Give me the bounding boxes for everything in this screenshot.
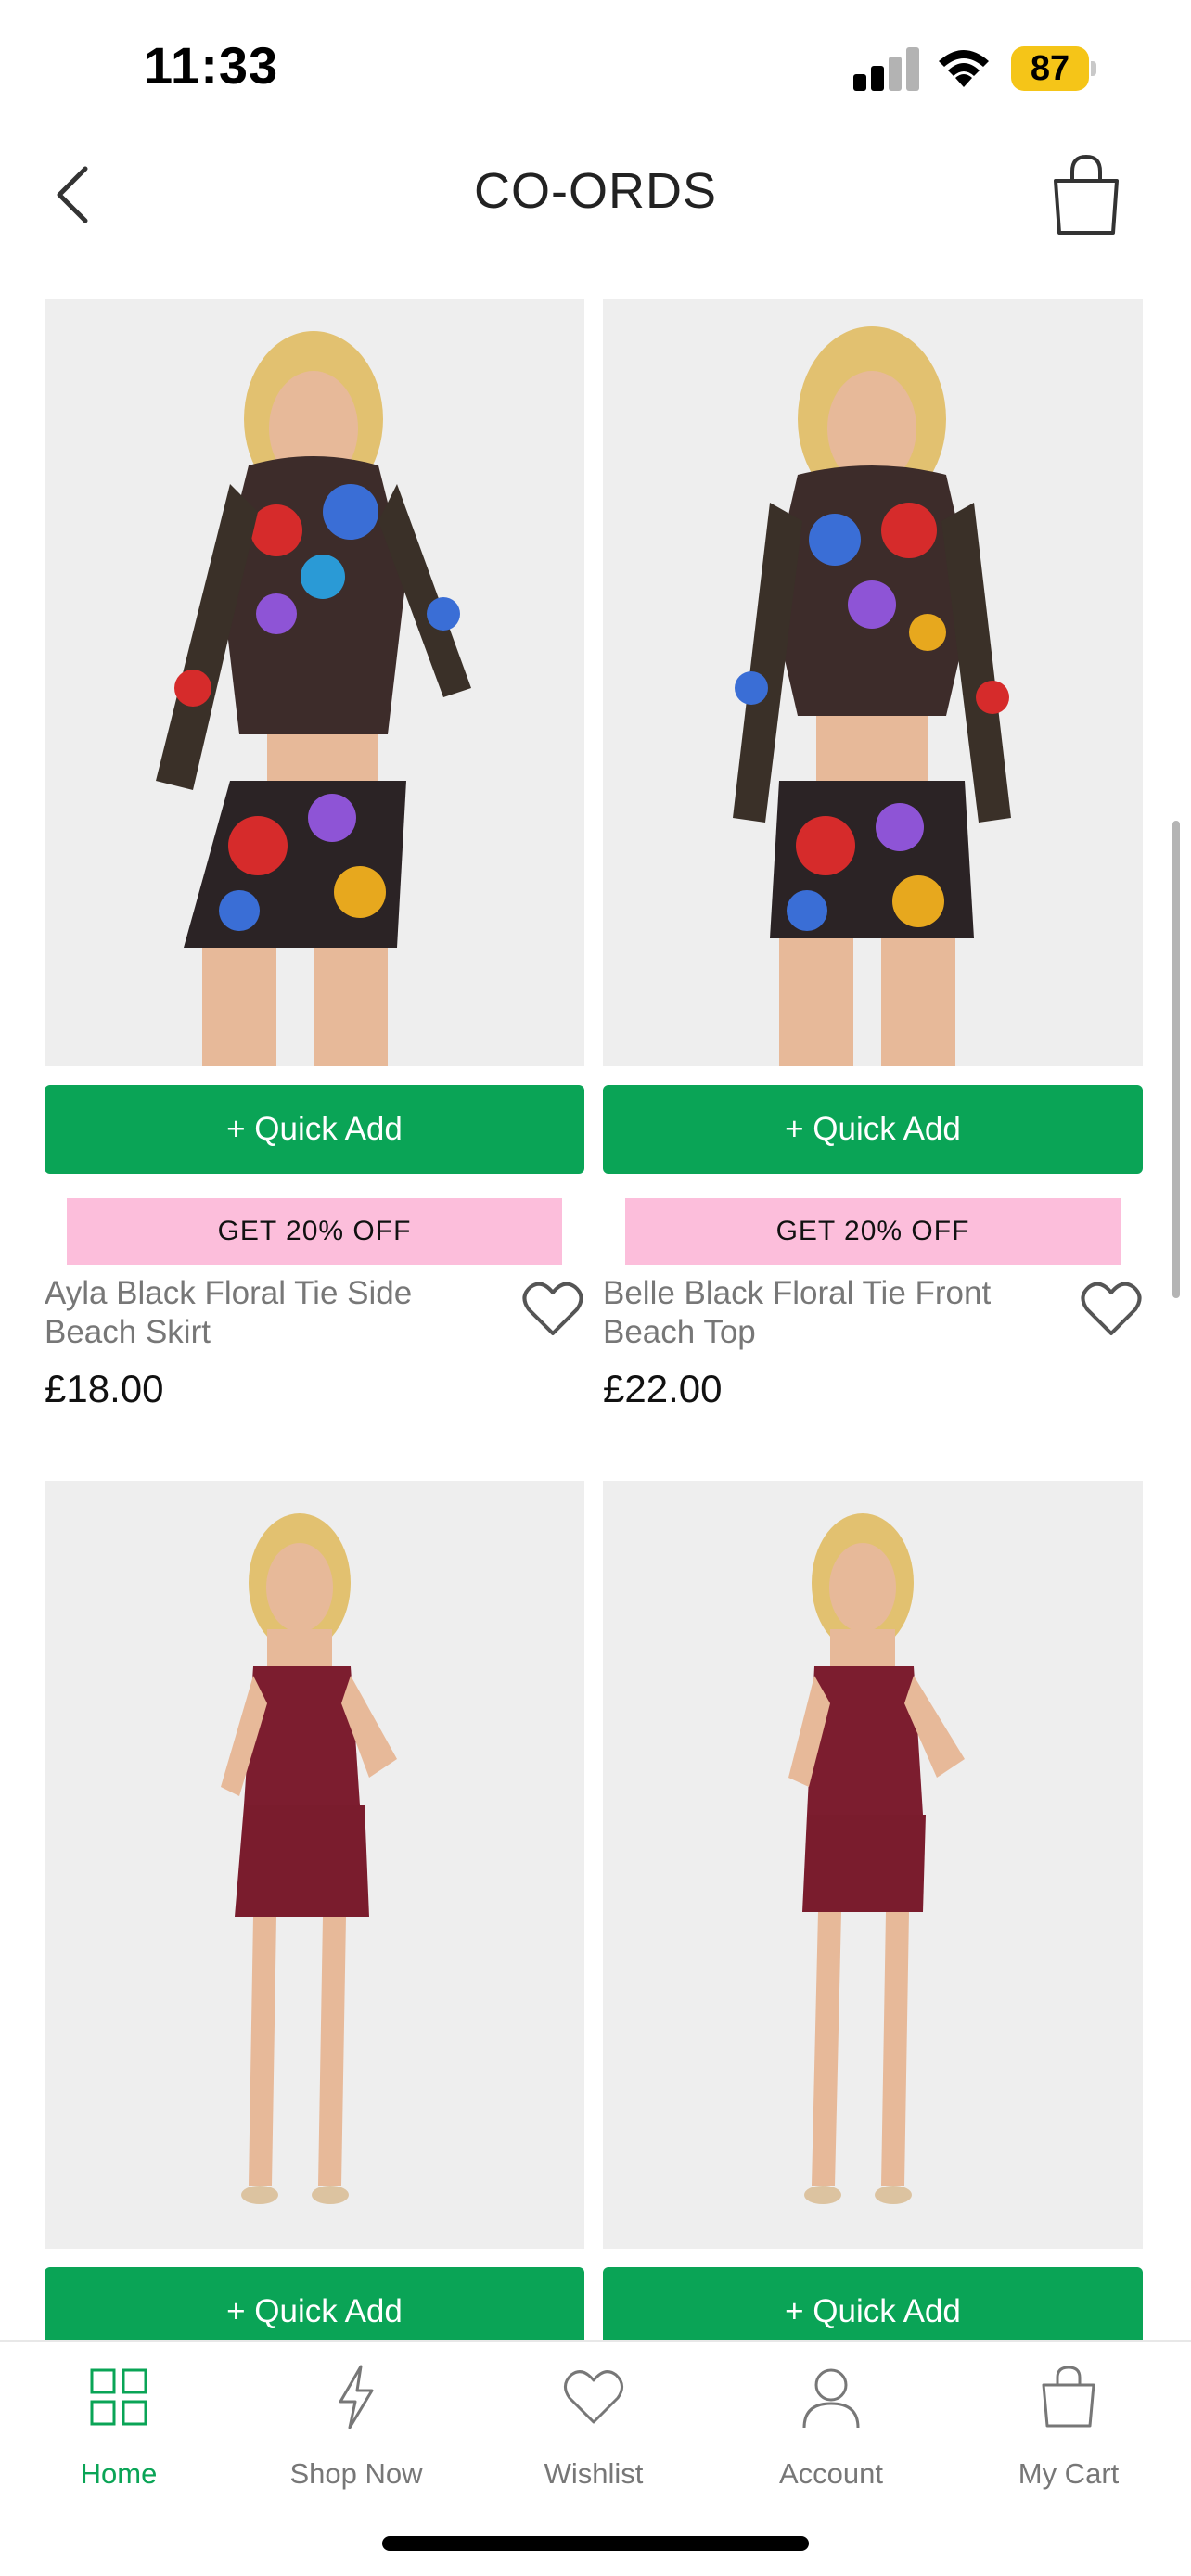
promo-badge: GET 20% OFF <box>67 1198 562 1265</box>
model-photo <box>45 1481 584 2249</box>
model-photo <box>45 299 584 1066</box>
product-name[interactable]: Ayla Black Floral Tie Side Beach Skirt <box>45 1274 480 1352</box>
wishlist-button[interactable] <box>1080 1280 1143 1339</box>
tab-account[interactable]: Account <box>712 2342 950 2500</box>
page-title: CO-ORDS <box>474 163 717 219</box>
tab-shop-now[interactable]: Shop Now <box>237 2342 475 2500</box>
promo-badge: GET 20% OFF <box>625 1198 1121 1265</box>
product-name[interactable]: Belle Black Floral Tie Front Beach Top <box>603 1274 1039 1352</box>
product-image[interactable] <box>45 299 584 1066</box>
shopping-bag-icon <box>1042 2366 1095 2428</box>
nav-header: CO-ORDS <box>0 139 1191 292</box>
status-bar: 11:33 87 <box>0 0 1191 139</box>
tab-home[interactable]: Home <box>0 2342 237 2500</box>
product-card[interactable]: + Quick Add GET 20% OFF Ayla Black Flora… <box>45 299 584 1430</box>
person-icon <box>802 2368 860 2429</box>
battery-icon: 87 <box>1011 46 1096 91</box>
heart-icon <box>564 2370 623 2424</box>
tab-label: Account <box>778 2457 883 2490</box>
quick-add-button[interactable]: + Quick Add <box>45 1085 584 1174</box>
cellular-signal-icon <box>853 46 920 91</box>
product-card[interactable]: + Quick Add <box>603 1481 1143 2356</box>
model-photo <box>603 299 1143 1066</box>
wifi-icon <box>939 50 989 87</box>
status-time: 11:33 <box>144 36 279 95</box>
heart-icon <box>522 1282 583 1335</box>
lightning-icon <box>339 2365 374 2429</box>
grid-icon <box>90 2368 147 2426</box>
wishlist-button[interactable] <box>521 1280 584 1339</box>
product-card[interactable]: + Quick Add <box>45 1481 584 2356</box>
product-image[interactable] <box>45 1481 584 2249</box>
tab-bar: Home Shop Now Wishlist Account My Cart <box>0 2340 1191 2576</box>
tab-wishlist[interactable]: Wishlist <box>475 2342 712 2500</box>
model-photo <box>603 1481 1143 2249</box>
tab-my-cart[interactable]: My Cart <box>950 2342 1187 2500</box>
product-price: £22.00 <box>603 1367 723 1410</box>
shopping-bag-icon <box>1054 154 1119 235</box>
product-image[interactable] <box>603 1481 1143 2249</box>
tab-label: Wishlist <box>544 2457 644 2490</box>
tab-label: Shop Now <box>289 2457 423 2490</box>
cart-button[interactable] <box>1048 153 1124 236</box>
tab-label: My Cart <box>1018 2457 1120 2490</box>
product-price: £18.00 <box>45 1367 164 1410</box>
tab-label: Home <box>80 2457 158 2490</box>
quick-add-button[interactable]: + Quick Add <box>603 1085 1143 1174</box>
home-indicator[interactable] <box>382 2536 809 2551</box>
battery-level: 87 <box>1030 49 1070 88</box>
heart-icon <box>1081 1282 1142 1335</box>
scrollbar[interactable] <box>1172 821 1180 1298</box>
product-card[interactable]: + Quick Add GET 20% OFF Belle Black Flor… <box>603 299 1143 1430</box>
product-image[interactable] <box>603 299 1143 1066</box>
